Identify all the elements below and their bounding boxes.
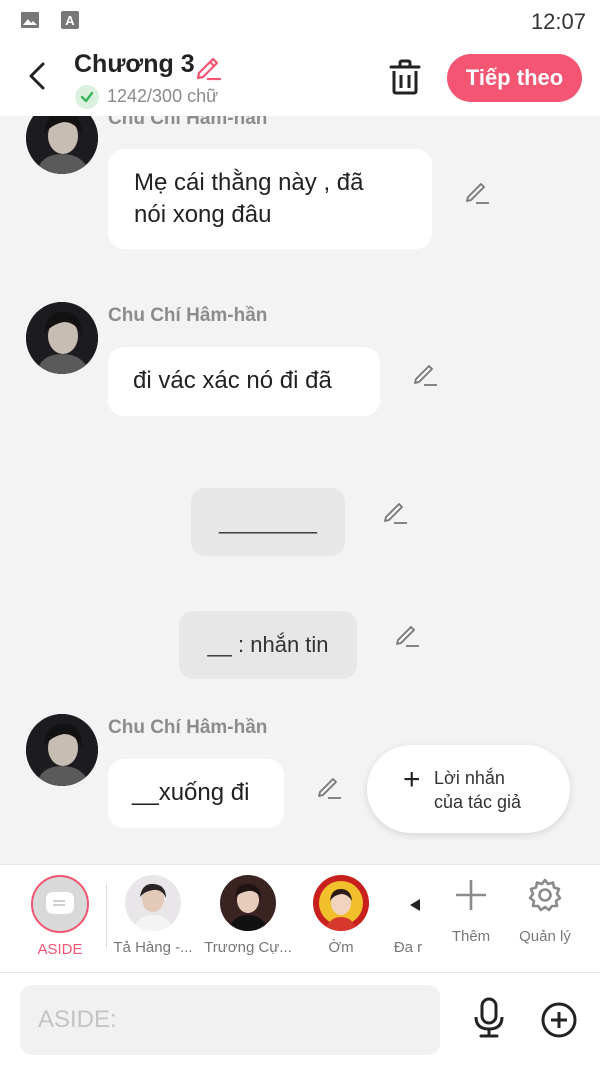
- author-note-line: của tác giả: [434, 792, 522, 812]
- input-bar: [0, 972, 600, 1067]
- character-name: ASIDE: [37, 941, 83, 958]
- edit-message-icon[interactable]: [315, 772, 343, 800]
- message-text: __xuống đi: [132, 779, 250, 806]
- author-note-label: Lời nhắn của tác giả: [434, 766, 521, 814]
- plus-icon: +: [403, 763, 421, 796]
- character-avatar: [392, 875, 424, 931]
- character-item[interactable]: Tả Hàng -...: [110, 875, 196, 956]
- chapter-title: Chương 3: [74, 50, 195, 78]
- character-item[interactable]: Đa r: [392, 875, 424, 956]
- divider: [106, 883, 107, 949]
- message-input[interactable]: [20, 985, 440, 1055]
- status-bar: A 12:07: [0, 0, 600, 42]
- edit-title-icon[interactable]: [193, 51, 223, 81]
- character-name: Đa r: [393, 939, 423, 956]
- character-name: Trương Cự...: [204, 939, 292, 956]
- gear-icon: [528, 878, 562, 912]
- sender-name: Chu Chí Hâm-hần: [108, 717, 268, 738]
- keyboard-a-icon: A: [61, 11, 79, 29]
- character-avatar: [125, 875, 181, 931]
- image-icon: [21, 12, 39, 28]
- add-label: Thêm: [451, 928, 491, 945]
- word-count: 1242/300 chữ: [107, 86, 219, 106]
- character-bar: ASIDE Tả Hàng -... Trương Cự... Ờm Đa r …: [0, 864, 600, 972]
- svg-text:A: A: [65, 13, 75, 28]
- edit-message-icon[interactable]: [463, 177, 491, 205]
- avatar[interactable]: [26, 302, 98, 374]
- author-note-button[interactable]: + Lời nhắn của tác giả: [367, 745, 570, 833]
- edit-message-icon[interactable]: [411, 359, 439, 387]
- character-avatar: [313, 875, 369, 931]
- next-button[interactable]: Tiếp theo: [447, 54, 582, 102]
- add-circle-icon[interactable]: [540, 1001, 578, 1039]
- delete-icon[interactable]: [388, 58, 422, 96]
- message-bubble[interactable]: Mẹ cái thằng này , đã nói xong đâu: [108, 149, 432, 249]
- manage-label: Quản lý: [519, 928, 571, 945]
- message-text-line: nói xong đâu: [134, 201, 272, 228]
- chat-area[interactable]: Chu Chí Hâm-hần Mẹ cái thằng này , đã nó…: [0, 116, 600, 864]
- narration-bubble[interactable]: __ : nhắn tin: [179, 611, 357, 679]
- edit-message-icon[interactable]: [393, 620, 421, 648]
- character-aside[interactable]: ASIDE: [30, 875, 90, 958]
- add-character-button[interactable]: Thêm: [436, 877, 506, 945]
- sender-name: Chu Chí Hâm-hần: [108, 116, 268, 129]
- author-note-line: Lời nhắn: [434, 768, 505, 788]
- narration-bubble[interactable]: ________: [191, 488, 345, 556]
- check-icon: [75, 85, 99, 109]
- character-item[interactable]: Trương Cự...: [204, 875, 292, 956]
- plus-icon: [456, 880, 486, 910]
- avatar[interactable]: [26, 116, 98, 174]
- back-button[interactable]: [20, 58, 54, 94]
- message-bubble[interactable]: đi vác xác nó đi đã: [108, 347, 380, 416]
- manage-button[interactable]: Quản lý: [510, 877, 580, 945]
- avatar[interactable]: [26, 714, 98, 786]
- character-avatar: [220, 875, 276, 931]
- aside-avatar: [31, 875, 89, 933]
- narration-text: __ : nhắn tin: [207, 632, 329, 657]
- chat-bubble-icon: [46, 892, 74, 914]
- microphone-icon[interactable]: [470, 997, 508, 1039]
- sender-name: Chu Chí Hâm-hần: [108, 305, 268, 326]
- message-text-line: Mẹ cái thằng này , đã: [134, 169, 364, 196]
- character-name: Tả Hàng -...: [113, 939, 193, 956]
- chapter-header: Chương 3 1242/300 chữ Tiếp theo: [0, 42, 600, 116]
- character-item[interactable]: Ờm: [306, 875, 376, 956]
- message-bubble[interactable]: __xuống đi: [108, 759, 284, 828]
- message-text: đi vác xác nó đi đã: [133, 367, 332, 394]
- narration-text: ________: [219, 509, 317, 534]
- edit-message-icon[interactable]: [381, 497, 409, 525]
- status-time: 12:07: [530, 9, 586, 34]
- chevron-left-icon: [29, 62, 45, 90]
- character-name: Ờm: [328, 939, 354, 956]
